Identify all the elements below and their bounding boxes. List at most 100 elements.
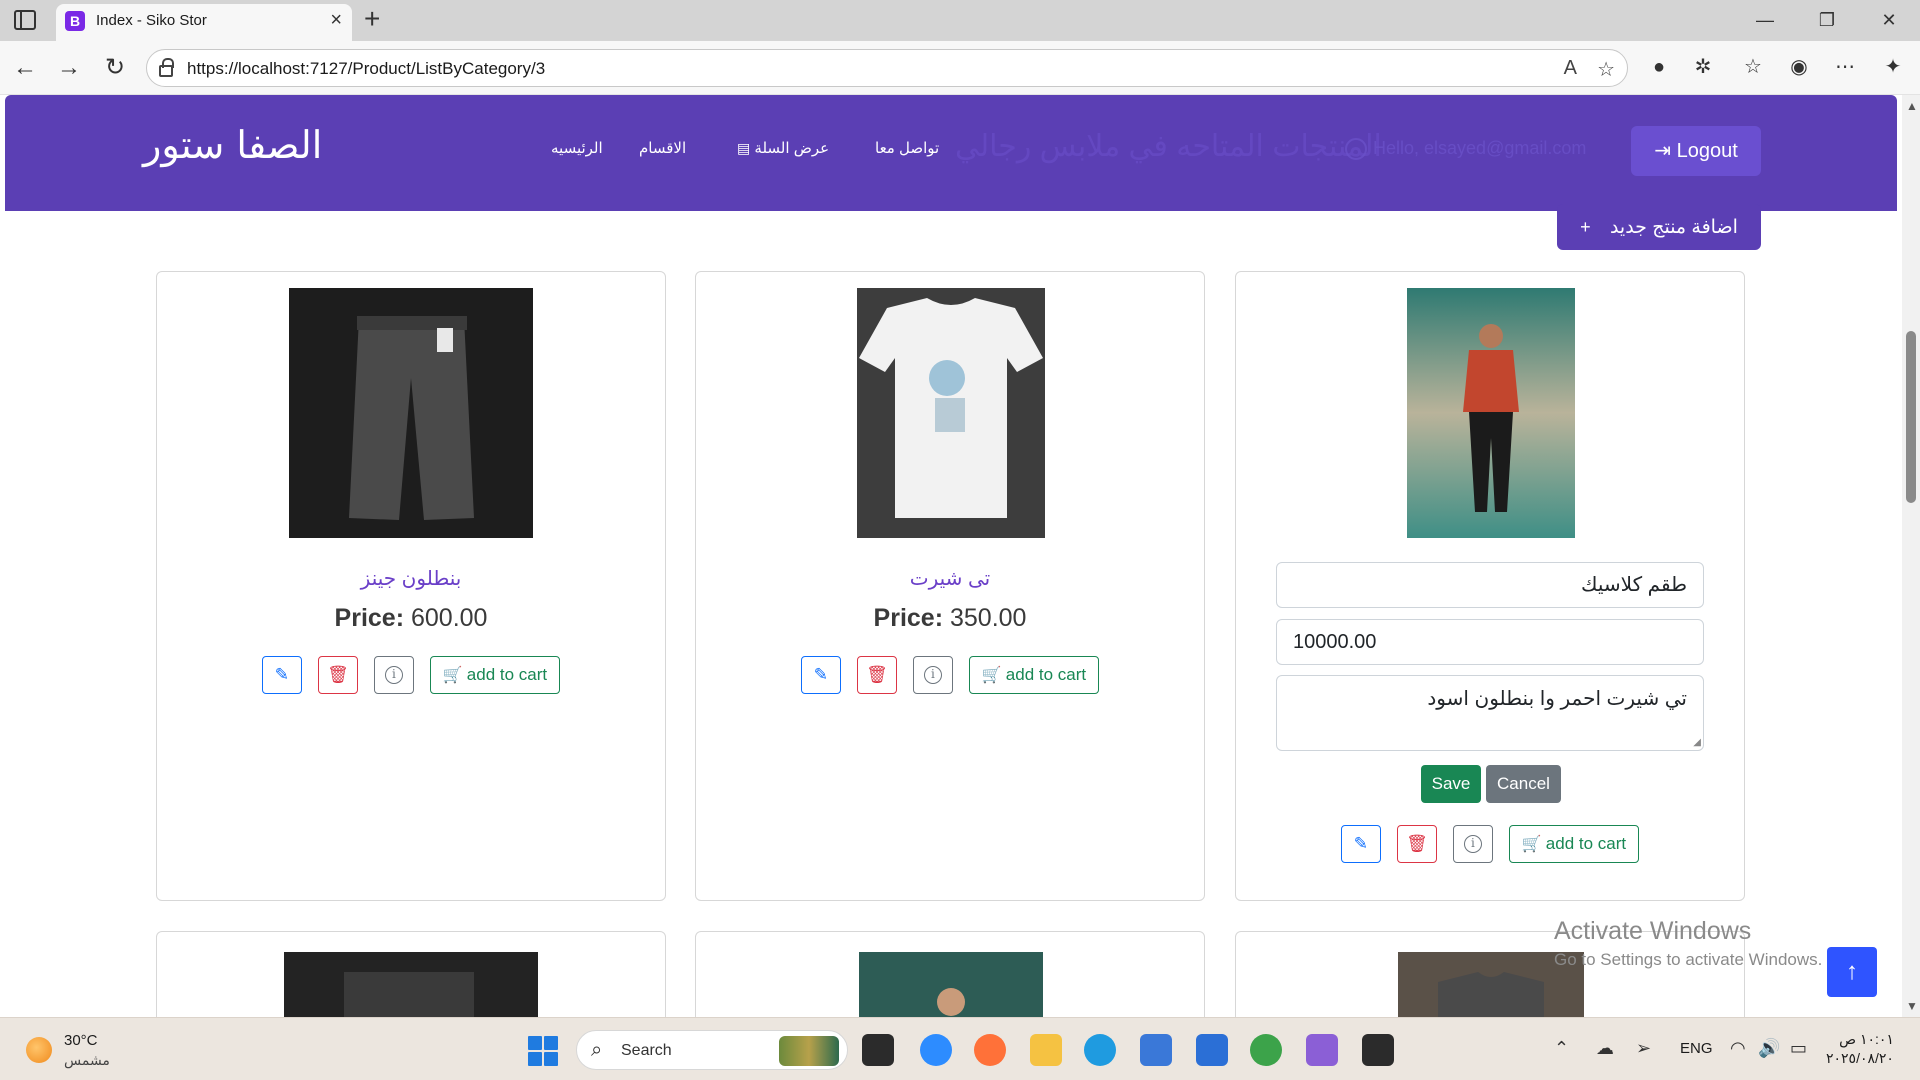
edge-app-icon[interactable] — [1084, 1034, 1116, 1066]
product-card-edit-mode: طقم كلاسيك 10000.00 تي شيرت احمر وا بنطل… — [1235, 271, 1745, 901]
bootstrap-favicon-icon: B — [65, 11, 85, 31]
add-to-cart-button[interactable]: 🛒 add to cart — [1508, 825, 1640, 863]
taskbar-clock[interactable]: ١٠:٠١ ص ٢٠٢٥/٠٨/٢٠ — [1826, 1030, 1894, 1068]
firefox-app-icon[interactable] — [974, 1034, 1006, 1066]
add-to-cart-button[interactable]: 🛒 add to cart — [429, 656, 561, 694]
address-bar[interactable]: https://localhost:7127/Product/ListByCat… — [146, 49, 1628, 87]
add-product-button[interactable]: اضافة منتج جديد + — [1557, 204, 1761, 250]
start-button[interactable] — [528, 1036, 558, 1066]
cart-icon: ▤ — [737, 140, 751, 156]
close-window-icon[interactable]: ✕ — [1858, 0, 1920, 41]
favorite-star-icon[interactable]: ☆ — [1597, 57, 1615, 82]
nav-link-contact[interactable]: تواصل معا — [875, 139, 939, 157]
details-button[interactable]: i — [912, 656, 953, 694]
task-view-icon[interactable] — [862, 1034, 894, 1066]
delete-button[interactable]: 🗑 — [856, 656, 897, 694]
more-options-icon[interactable]: ⋯ — [1832, 54, 1858, 80]
weather-sun-icon[interactable] — [26, 1037, 52, 1063]
price-label: Price: — [873, 604, 944, 632]
info-icon: i — [923, 666, 942, 684]
minimize-icon[interactable]: — — [1734, 0, 1796, 41]
product-image — [284, 952, 538, 1017]
wifi-icon[interactable]: ◠ — [1730, 1038, 1746, 1059]
back-icon[interactable]: ← — [10, 53, 40, 83]
nav-link-home[interactable]: الرئيسيه — [551, 139, 603, 157]
save-button[interactable]: Save — [1421, 765, 1481, 803]
product-image-jeans — [289, 288, 533, 538]
user-icon — [1345, 138, 1367, 161]
edit-name-field[interactable]: طقم كلاسيك — [1276, 562, 1704, 608]
new-tab-icon[interactable]: + — [364, 4, 380, 34]
url-text: https://localhost:7127/Product/ListByCat… — [187, 59, 546, 78]
refresh-icon[interactable]: ↻ — [100, 53, 130, 83]
read-aloud-icon[interactable]: A — [1564, 57, 1577, 80]
azure-data-studio-icon[interactable] — [1196, 1034, 1228, 1066]
product-name[interactable]: تى شيرت — [696, 566, 1204, 591]
delete-button[interactable]: 🗑 — [1396, 825, 1437, 863]
language-indicator[interactable]: ENG — [1680, 1040, 1713, 1057]
weather-description[interactable]: مشمس — [64, 1052, 110, 1069]
windows-taskbar: 30°C مشمس ⌕ Search ⌃ ☁ ➢ ENG ◠ 🔊 ▭ ١٠:٠١… — [0, 1017, 1920, 1080]
cancel-button[interactable]: Cancel — [1486, 765, 1561, 803]
details-button[interactable]: i — [1452, 825, 1493, 863]
zoom-app-icon[interactable] — [920, 1034, 952, 1066]
favorites-icon[interactable]: ☆ — [1740, 54, 1766, 80]
window-controls: — ❐ ✕ — [1734, 0, 1920, 41]
extensions-puzzle-icon[interactable]: ✲ — [1690, 54, 1716, 80]
browser-toolbar: ← → ↻ https://localhost:7127/Product/Lis… — [0, 41, 1920, 95]
tab-actions-icon[interactable] — [14, 10, 36, 30]
edit-price-field[interactable]: 10000.00 — [1276, 619, 1704, 665]
forward-icon[interactable]: → — [54, 53, 84, 83]
weather-temperature[interactable]: 30°C — [64, 1032, 98, 1049]
visual-studio-icon[interactable] — [1306, 1034, 1338, 1066]
browser-tab[interactable]: B Index - Siko Stor × — [56, 4, 352, 41]
chrome-app-icon[interactable] — [1250, 1034, 1282, 1066]
product-card — [695, 931, 1205, 1017]
details-button[interactable]: i — [373, 656, 414, 694]
logout-icon: ⇥ — [1654, 140, 1672, 162]
logout-button[interactable]: ⇥ Logout — [1631, 126, 1761, 176]
tray-network-app-icon[interactable]: ☁ — [1596, 1038, 1614, 1059]
trash-icon: 🗑 — [866, 665, 888, 684]
logout-label: Logout — [1676, 140, 1738, 162]
taskbar-search[interactable]: ⌕ Search — [576, 1030, 848, 1070]
file-explorer-icon[interactable] — [1030, 1034, 1062, 1066]
profile-avatar-icon[interactable]: ◉ — [1786, 54, 1812, 80]
scroll-down-icon[interactable]: ▼ — [1906, 999, 1918, 1013]
product-price: Price: 600.00 — [157, 604, 665, 633]
page-scrollbar[interactable]: ▲ ▼ — [1902, 95, 1920, 1017]
battery-icon[interactable]: ▭ — [1790, 1038, 1807, 1059]
arrow-up-icon: ↑ — [1846, 958, 1858, 985]
nav-link-categories[interactable]: الاقسام — [639, 139, 686, 157]
edit-description-field[interactable]: تي شيرت احمر وا بنطلون اسود ◢ — [1276, 675, 1704, 751]
product-actions: ✎ 🗑 i 🛒 add to cart — [1236, 825, 1744, 863]
trash-icon: 🗑 — [1406, 834, 1428, 853]
maximize-icon[interactable]: ❐ — [1796, 0, 1858, 41]
edit-button[interactable]: ✎ — [800, 656, 841, 694]
nav-link-cart[interactable]: ▤ عرض السلة — [733, 139, 829, 157]
scroll-thumb[interactable] — [1906, 331, 1916, 503]
scroll-up-icon[interactable]: ▲ — [1906, 99, 1918, 113]
tray-chevron-icon[interactable]: ⌃ — [1554, 1038, 1569, 1059]
add-to-cart-button[interactable]: 🛒 add to cart — [968, 656, 1100, 694]
brand-logo[interactable]: الصفا ستور — [143, 123, 322, 167]
price-label: Price: — [334, 604, 405, 632]
product-image-outfit — [1407, 288, 1575, 538]
product-card — [156, 931, 666, 1017]
volume-icon[interactable]: 🔊 — [1758, 1038, 1780, 1059]
terminal-app-icon[interactable] — [1362, 1034, 1394, 1066]
price-value: 600.00 — [410, 604, 488, 632]
search-highlight-image — [779, 1036, 839, 1066]
close-tab-icon[interactable]: × — [330, 10, 342, 30]
back-to-top-button[interactable]: ↑ — [1827, 947, 1877, 997]
delete-button[interactable]: 🗑 — [317, 656, 358, 694]
edit-button[interactable]: ✎ — [261, 656, 302, 694]
store-app-icon[interactable] — [1140, 1034, 1172, 1066]
copilot-icon[interactable]: ✦ — [1880, 54, 1906, 80]
tray-location-icon[interactable]: ➢ — [1636, 1038, 1651, 1059]
edit-button[interactable]: ✎ — [1340, 825, 1381, 863]
resize-handle-icon[interactable]: ◢ — [1693, 737, 1701, 748]
product-name[interactable]: بنطلون جينز — [157, 566, 665, 591]
extension-icon[interactable]: ● — [1646, 54, 1672, 80]
activate-title: Activate Windows — [1554, 917, 1752, 945]
